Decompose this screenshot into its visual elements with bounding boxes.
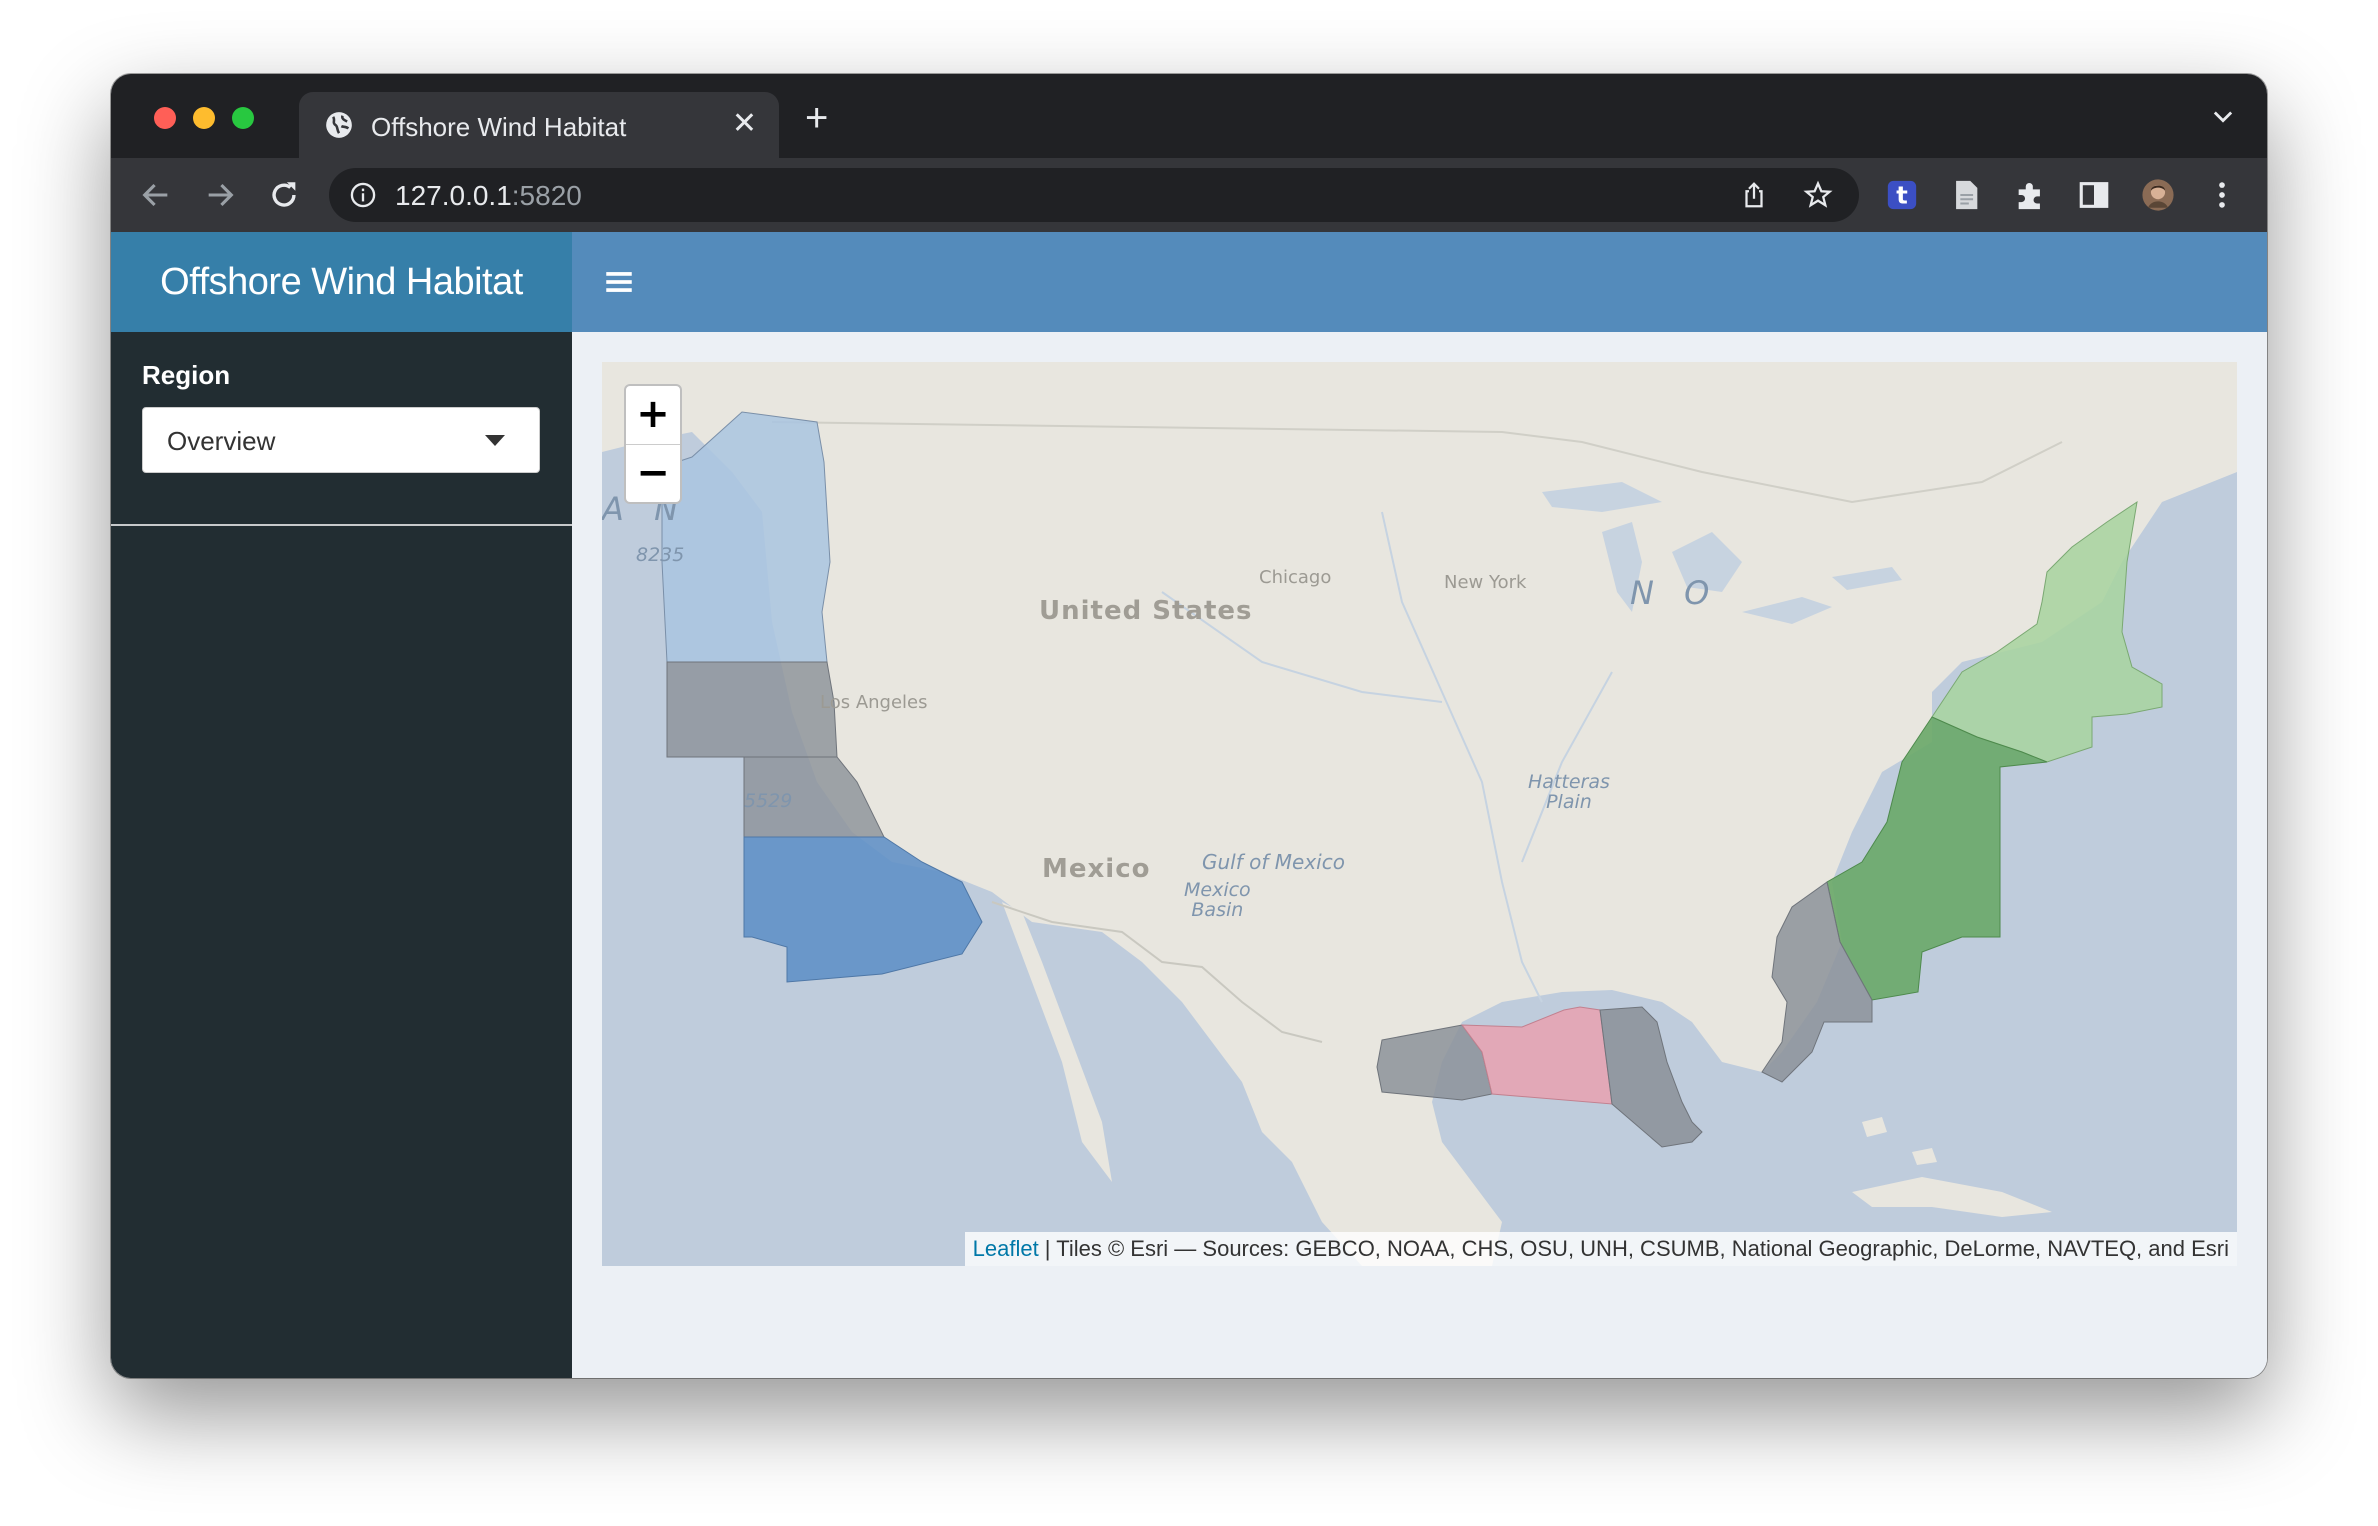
sidebar: Region Overview (111, 332, 572, 1378)
tab-close-icon[interactable]: ✕ (732, 108, 757, 140)
main-content: United States Mexico Chicago New York Lo… (572, 332, 2267, 1378)
basemap-tiles (602, 362, 2237, 1266)
label-united-states: United States (1039, 596, 1253, 626)
region-select-value: Overview (167, 426, 276, 456)
caret-down-icon (485, 435, 505, 446)
zoom-control: + − (624, 384, 682, 504)
attribution-text: | Tiles © Esri — Sources: GEBCO, NOAA, C… (1038, 1236, 2229, 1261)
label-depth-8235: 8235 (636, 544, 685, 566)
back-icon[interactable] (139, 178, 173, 212)
browser-tab[interactable]: Offshore Wind Habitat ✕ (299, 92, 779, 158)
sidebar-divider (111, 524, 572, 526)
url-port: :5820 (511, 180, 582, 211)
url-text[interactable]: 127.0.0.1:5820 (395, 180, 582, 212)
leaflet-link[interactable]: Leaflet (973, 1236, 1039, 1261)
app-header: Offshore Wind Habitat (111, 232, 2267, 332)
region-label: Region (142, 360, 231, 390)
map-attribution: Leaflet | Tiles © Esri — Sources: GEBCO,… (964, 1232, 2237, 1266)
label-los-angeles: Los Angeles (820, 692, 928, 713)
svg-text:t: t (1896, 182, 1908, 210)
label-depth-5529: 5529 (744, 790, 793, 812)
address-bar[interactable]: 127.0.0.1:5820 (329, 168, 1859, 222)
label-chicago: Chicago (1259, 567, 1332, 588)
region-select[interactable]: Overview (142, 407, 540, 473)
tab-search-chevron-icon[interactable] (2209, 102, 2237, 130)
info-icon[interactable] (349, 181, 377, 209)
sidebar-toggle-icon[interactable] (602, 265, 636, 299)
browser-window: Offshore Wind Habitat ✕ + 127.0.0.1:5820 (111, 74, 2267, 1378)
share-icon[interactable] (1739, 180, 1769, 210)
label-hatteras-plain: Hatteras Plain (1528, 771, 1610, 813)
zoom-out-button[interactable]: − (626, 445, 680, 502)
extensions-puzzle-icon[interactable] (2013, 178, 2047, 212)
menu-kebab-icon[interactable] (2205, 178, 2239, 212)
close-window-button[interactable] (154, 107, 176, 129)
document-extension-icon[interactable] (1949, 178, 1983, 212)
label-atlantic-fragment: N O (1630, 574, 1720, 612)
leaflet-map[interactable]: United States Mexico Chicago New York Lo… (602, 362, 2237, 1266)
url-host: 127.0.0.1 (395, 180, 512, 211)
label-mexico-basin: Mexico Basin (1184, 879, 1251, 921)
minimize-window-button[interactable] (193, 107, 215, 129)
t-extension-icon[interactable]: t (1885, 178, 1919, 212)
label-mexico: Mexico (1042, 854, 1151, 884)
browser-toolbar: 127.0.0.1:5820 t (111, 158, 2267, 232)
reload-icon[interactable] (267, 178, 301, 212)
label-new-york: New York (1444, 572, 1527, 593)
label-gulf-of-mexico: Gulf of Mexico (1202, 850, 1345, 874)
globe-icon (326, 112, 352, 138)
maximize-window-button[interactable] (232, 107, 254, 129)
profile-avatar[interactable] (2141, 178, 2175, 212)
tab-title: Offshore Wind Habitat (371, 112, 627, 142)
new-tab-icon[interactable]: + (805, 98, 828, 138)
dashboard-app: Offshore Wind Habitat Region Overview Un… (111, 232, 2267, 1378)
bookmark-star-icon[interactable] (1803, 180, 1833, 210)
tab-strip: Offshore Wind Habitat ✕ + (111, 74, 2267, 158)
app-title: Offshore Wind Habitat (111, 232, 572, 332)
forward-icon[interactable] (203, 178, 237, 212)
side-panel-icon[interactable] (2077, 178, 2111, 212)
zoom-in-button[interactable]: + (626, 386, 680, 445)
